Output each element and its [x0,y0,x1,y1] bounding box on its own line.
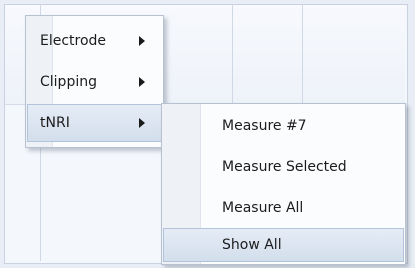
menu-item-label: tNRI [40,115,70,131]
context-menu: Electrode Clipping tNRI [25,15,164,148]
tnri-submenu: Measure #7 Measure Selected Measure All … [161,103,406,265]
menu-item-label: Show All [222,237,282,253]
menu-item-label: Electrode [40,33,107,49]
menu-item-tnri[interactable]: tNRI [27,104,162,142]
menu-item-measure-all[interactable]: Measure All [163,189,404,227]
menu-item-measure-selected[interactable]: Measure Selected [163,148,404,186]
menu-item-label: Measure All [222,200,304,216]
menu-item-clipping[interactable]: Clipping [27,63,162,101]
menu-item-label: Measure Selected [222,159,347,175]
menu-item-measure-7[interactable]: Measure #7 [163,107,404,145]
chevron-right-icon [139,77,145,87]
menu-item-label: Clipping [40,74,97,90]
chevron-right-icon [139,118,145,128]
menu-item-show-all[interactable]: Show All [163,228,404,262]
chevron-right-icon [139,36,145,46]
menu-item-label: Measure #7 [222,118,307,134]
menu-item-electrode[interactable]: Electrode [27,22,162,60]
